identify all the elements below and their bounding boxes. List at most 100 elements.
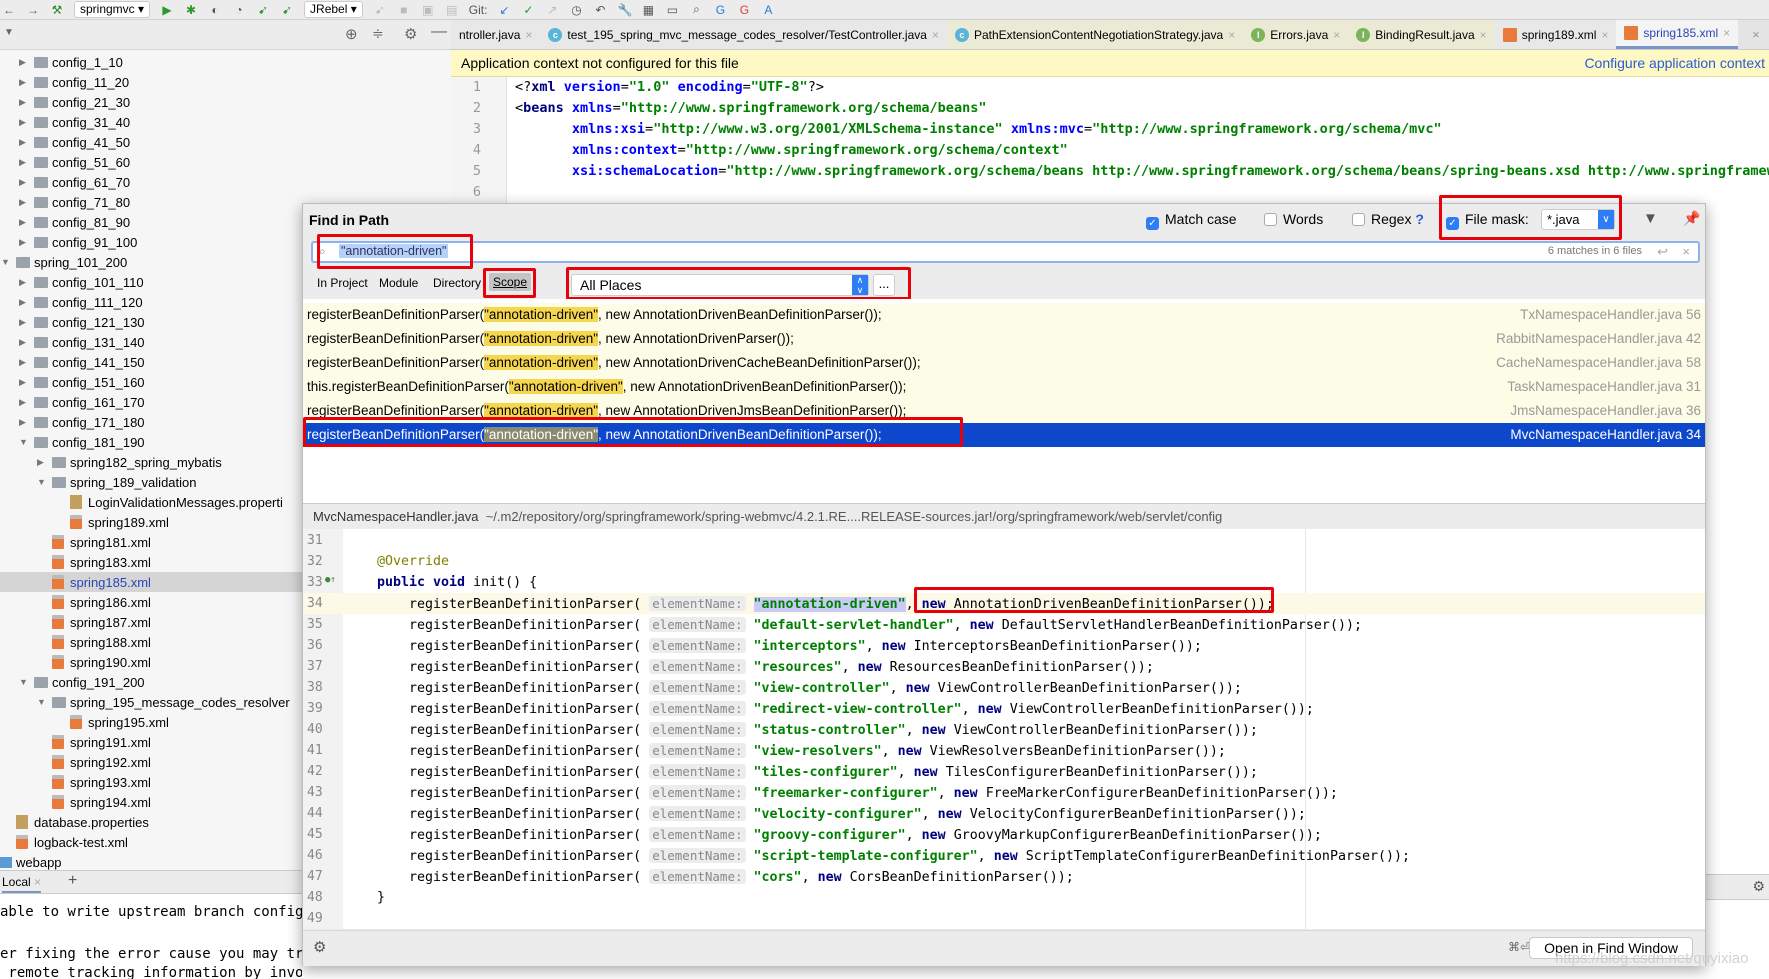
debug-icon[interactable]: ✱	[184, 3, 198, 17]
tree-item[interactable]: ▶ config_31_40	[0, 112, 451, 132]
editor-tab[interactable]: spring189.xml ×	[1494, 20, 1617, 49]
editor-tab[interactable]: c test_195_spring_mvc_message_codes_resol…	[540, 20, 947, 49]
translate-alt-icon[interactable]: G	[737, 3, 751, 17]
gear-icon[interactable]: ⚙	[404, 25, 417, 43]
hide-icon[interactable]: —	[431, 23, 447, 41]
chevron-right-icon[interactable]: ▶	[19, 317, 29, 328]
result-row[interactable]: registerBeanDefinitionParser("annotation…	[303, 303, 1705, 327]
terminal-tab-local[interactable]: Local ×	[2, 875, 42, 893]
chevron-right-icon[interactable]: ▶	[19, 357, 29, 368]
editor-tab[interactable]: ntroller.java ×	[451, 20, 541, 49]
tree-item[interactable]: ▶ config_21_30	[0, 92, 451, 112]
close-icon[interactable]: ×	[34, 875, 41, 889]
editor-tab[interactable]: spring185.xml ×	[1616, 20, 1739, 49]
chevron-down-icon[interactable]: ▼	[19, 677, 29, 687]
chevron-right-icon[interactable]: ▶	[19, 337, 29, 348]
git-commit-icon[interactable]: ✓	[521, 3, 535, 17]
chevron-right-icon[interactable]: ▶	[19, 157, 29, 168]
gear-icon[interactable]: ⚙	[1752, 878, 1765, 895]
locate-icon[interactable]: ⊕	[345, 25, 358, 43]
git-history-icon[interactable]: ◷	[569, 3, 583, 17]
close-icon[interactable]: ×	[1333, 28, 1340, 42]
git-revert-icon[interactable]: ↶	[593, 3, 607, 17]
regex-checkbox[interactable]: Regex ?	[1352, 211, 1424, 227]
chevron-right-icon[interactable]: ▶	[19, 217, 29, 228]
chevron-right-icon[interactable]: ▶	[19, 77, 29, 88]
filter-icon[interactable]: ▼	[1643, 210, 1658, 227]
settings-wrench-icon[interactable]: 🔧	[617, 3, 632, 17]
pin-icon[interactable]: 📌	[1683, 210, 1700, 227]
chevron-down-icon[interactable]: ▼	[37, 697, 47, 707]
translate-icon[interactable]: G	[713, 3, 727, 17]
chevron-right-icon[interactable]: ▶	[19, 137, 29, 148]
scope-tab-in-project[interactable]: In Project	[317, 276, 368, 290]
result-row[interactable]: registerBeanDefinitionParser("annotation…	[303, 351, 1705, 375]
build-hammer-icon[interactable]: ⚒	[50, 3, 64, 17]
tree-item[interactable]: ▶ config_41_50	[0, 132, 451, 152]
words-checkbox[interactable]: Words	[1264, 211, 1323, 227]
editor-tab[interactable]: c PathExtensionContentNegotiationStrategy…	[946, 20, 1244, 49]
close-icon[interactable]: ×	[1480, 28, 1487, 42]
close-icon[interactable]: ×	[1228, 28, 1235, 42]
run-icon[interactable]: ▶	[160, 3, 174, 17]
tree-item[interactable]: ▶ config_11_20	[0, 72, 451, 92]
view-dropdown-icon[interactable]: ▼	[4, 27, 14, 38]
close-icon[interactable]: ×	[1601, 28, 1608, 42]
multiline-icon[interactable]: ↩	[1657, 244, 1668, 260]
project-structure-icon[interactable]: ▦	[641, 3, 655, 17]
add-terminal-icon[interactable]: +	[68, 872, 77, 890]
plugin-icon[interactable]: A	[761, 3, 775, 17]
chevron-right-icon[interactable]: ▶	[19, 117, 29, 128]
chevron-right-icon[interactable]: ▶	[37, 457, 47, 468]
terminal-output[interactable]: able to write upstream branch configur e…	[0, 894, 302, 979]
chevron-right-icon[interactable]: ▶	[19, 297, 29, 308]
jrebel-debug-icon[interactable]: ➹	[280, 3, 294, 17]
close-icon[interactable]: ×	[932, 28, 939, 42]
chevron-right-icon[interactable]: ▶	[19, 277, 29, 288]
chevron-down-icon[interactable]: ▼	[19, 437, 29, 447]
tree-item[interactable]: ▶ config_1_10	[0, 52, 451, 72]
chevron-right-icon[interactable]: ▶	[19, 97, 29, 108]
close-icon[interactable]: ×	[525, 28, 532, 42]
tree-item[interactable]: ▶ config_51_60	[0, 152, 451, 172]
git-update-icon[interactable]: ↙	[497, 3, 511, 17]
deploy-icon[interactable]: ▤	[445, 3, 459, 17]
gear-icon[interactable]: ⚙	[313, 938, 326, 956]
chevron-down-icon[interactable]: ▼	[1, 257, 11, 267]
jrebel-run-icon[interactable]: ➹	[256, 3, 270, 17]
scope-tab-module[interactable]: Module	[379, 276, 418, 290]
chevron-right-icon[interactable]: ▶	[19, 377, 29, 388]
chevron-right-icon[interactable]: ▶	[19, 177, 29, 188]
jrebel-select[interactable]: JRebel ▾	[304, 1, 363, 18]
regex-help-link[interactable]: ?	[1415, 211, 1424, 227]
back-icon[interactable]: ←	[2, 3, 16, 17]
search-everywhere-icon[interactable]: ⌕	[689, 2, 703, 17]
update-icon[interactable]: ➹	[373, 3, 387, 17]
close-icon[interactable]: ×	[1723, 26, 1730, 40]
attach-icon[interactable]: ▣	[421, 3, 435, 17]
xml-editor[interactable]: 1 <?xml version="1.0" encoding="UTF-8"?> 2…	[451, 77, 1769, 203]
terminal-icon[interactable]: ▭	[665, 3, 679, 17]
clear-icon[interactable]: ×	[1682, 244, 1690, 259]
chevron-down-icon[interactable]: ▼	[37, 477, 47, 487]
result-row[interactable]: registerBeanDefinitionParser("annotation…	[303, 327, 1705, 351]
chevron-right-icon[interactable]: ▶	[19, 197, 29, 208]
chevron-right-icon[interactable]: ▶	[19, 417, 29, 428]
chevron-right-icon[interactable]: ▶	[19, 57, 29, 68]
editor-tab[interactable]: I Errors.java ×	[1243, 20, 1349, 49]
search-input[interactable]: ⌕ "annotation-driven" 6 matches in 6 fil…	[311, 241, 1700, 263]
configure-context-link[interactable]: Configure application context	[1584, 50, 1765, 77]
editor-tab[interactable]: I BindingResult.java ×	[1348, 20, 1495, 49]
coverage-icon[interactable]: ◐	[208, 3, 222, 17]
stop-icon[interactable]: ■	[397, 3, 411, 17]
profile-icon[interactable]: ◔	[232, 3, 246, 17]
result-row[interactable]: this.registerBeanDefinitionParser("annot…	[303, 375, 1705, 399]
forward-icon[interactable]: →	[26, 3, 40, 17]
git-compare-icon[interactable]: ↗	[545, 3, 559, 17]
scope-tab-directory[interactable]: Directory	[433, 276, 481, 290]
run-config-select[interactable]: springmvc ▾	[74, 1, 151, 18]
tree-item[interactable]: ▶ config_61_70	[0, 172, 451, 192]
chevron-right-icon[interactable]: ▶	[19, 237, 29, 248]
chevron-right-icon[interactable]: ▶	[19, 397, 29, 408]
match-case-checkbox[interactable]: ✓ Match case	[1146, 211, 1237, 230]
